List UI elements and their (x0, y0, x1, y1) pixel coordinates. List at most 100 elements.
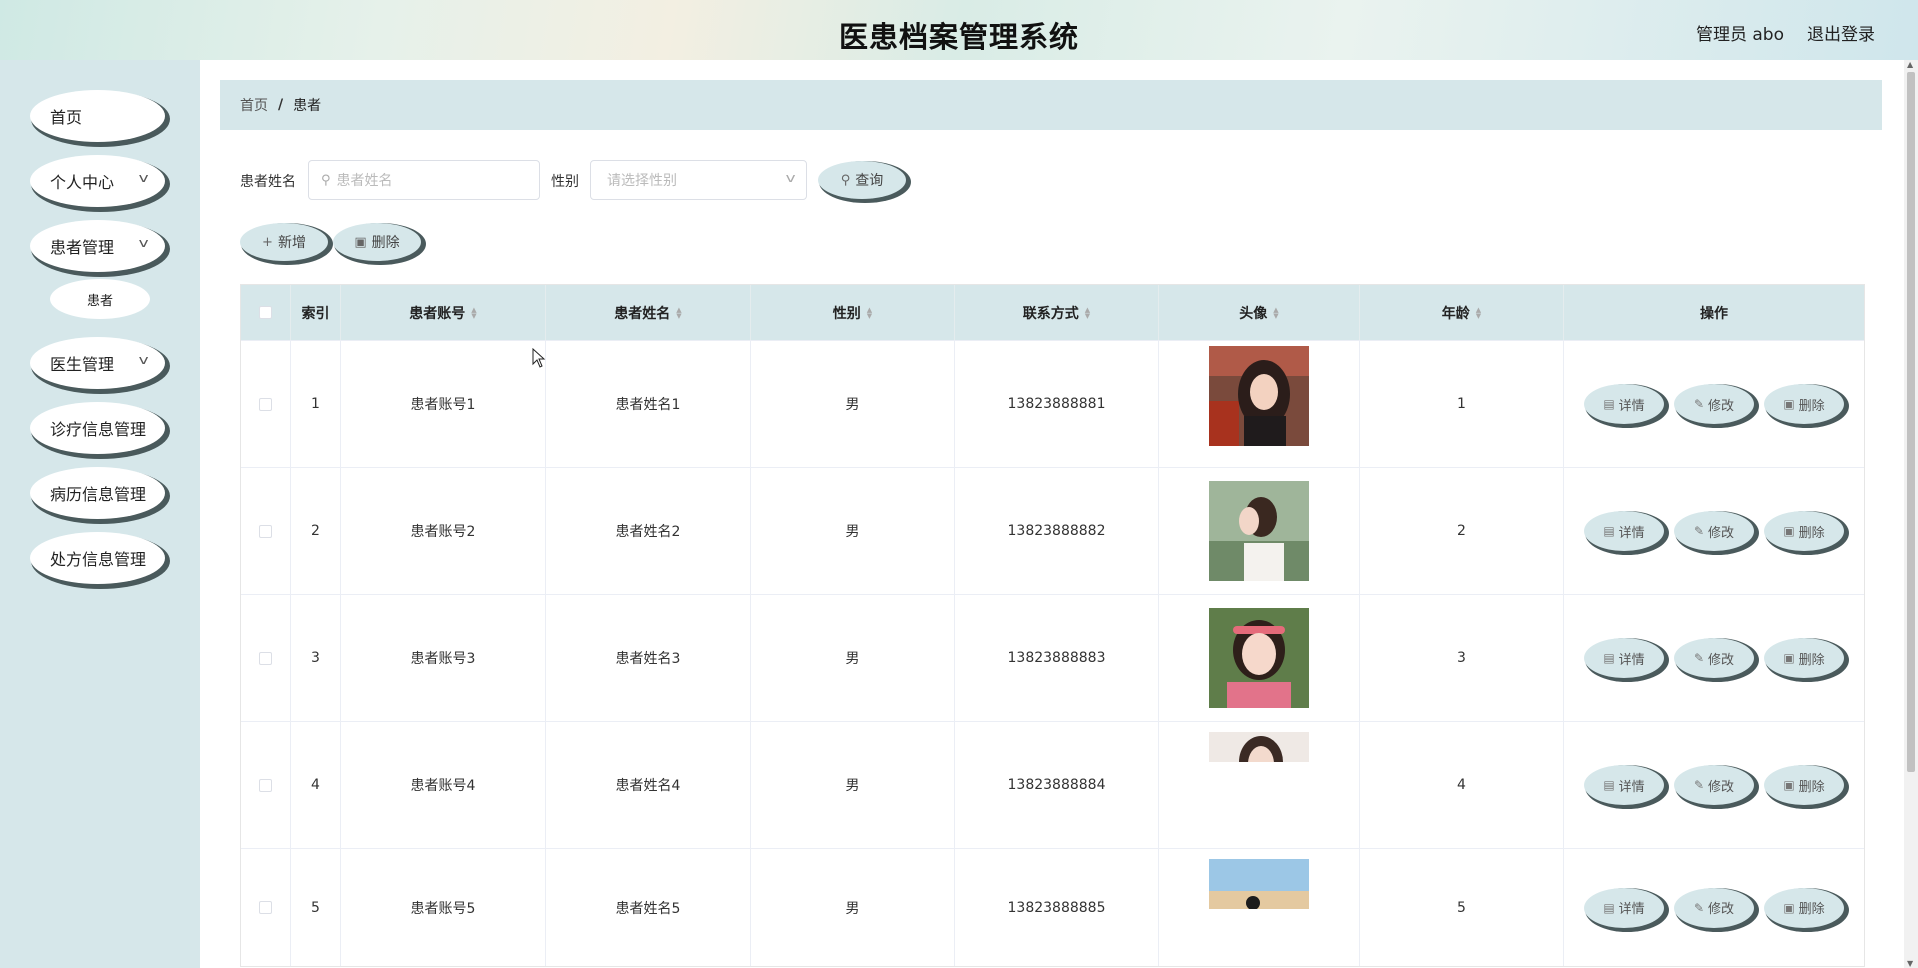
delete-button[interactable]: ▣ 删除 (1764, 511, 1844, 551)
search-icon: ⚲ (840, 172, 851, 188)
header-phone[interactable]: 联系方式 ▲ ▼ (955, 285, 1159, 340)
sort-icon[interactable]: ▲ ▼ (867, 306, 872, 319)
sidebar-subitem-patient[interactable]: 患者 (50, 279, 150, 319)
cell-operations: ▤ 详情 ✎ 修改 ▣ 删除 (1564, 595, 1864, 721)
top-header: 医患档案管理系统 管理员 abo 退出登录 (0, 0, 1918, 60)
chevron-down-icon: v (785, 171, 796, 185)
cell-phone: 13823888885 (955, 849, 1159, 966)
sidebar-item-patient-management[interactable]: 患者管理 v (30, 220, 165, 272)
cell-account: 患者账号4 (341, 722, 546, 848)
delete-label: 删除 (1798, 902, 1825, 917)
cell-avatar (1159, 341, 1360, 467)
select-all-cell (241, 285, 291, 340)
row-checkbox[interactable] (259, 778, 272, 792)
batch-delete-button[interactable]: ▣ 删除 (333, 223, 421, 261)
app-title: 医患档案管理系统 (838, 20, 1079, 54)
cell-operations: ▤ 详情 ✎ 修改 ▣ 删除 (1564, 722, 1864, 848)
sidebar-item-treatment-info[interactable]: 诊疗信息管理 (30, 402, 165, 454)
cell-avatar (1159, 595, 1360, 721)
cell-name: 患者姓名4 (546, 722, 751, 848)
patient-name-input[interactable]: ⚲ 患者姓名 (308, 160, 540, 200)
edit-label: 修改 (1708, 525, 1735, 541)
trash-icon: ▣ (1783, 397, 1795, 411)
detail-button[interactable]: ▤ 详情 (1584, 887, 1664, 928)
row-checkbox[interactable] (259, 901, 272, 914)
header-avatar[interactable]: 头像 ▲ ▼ (1159, 285, 1360, 340)
cell-sex: 男 (751, 468, 955, 594)
avatar (1209, 732, 1309, 762)
header-sex[interactable]: 性别 ▲ ▼ (751, 285, 955, 340)
sort-icon[interactable]: ▲ ▼ (1273, 306, 1278, 319)
logout-link[interactable]: 退出登录 (1807, 20, 1875, 45)
detail-button[interactable]: ▤ 详情 (1584, 638, 1664, 678)
cell-phone: 13823888884 (955, 722, 1159, 848)
document-icon: ▤ (1603, 778, 1615, 792)
row-select-cell (241, 595, 291, 721)
delete-button-label: 删除 (371, 235, 400, 251)
delete-button[interactable]: ▣ 删除 (1764, 638, 1844, 678)
edit-button[interactable]: ✎ 修改 (1674, 638, 1754, 678)
sidebar-item-prescription[interactable]: 处方信息管理 (30, 532, 165, 584)
sort-icon[interactable]: ▲ ▼ (1476, 306, 1481, 319)
sidebar-item-medical-record[interactable]: 病历信息管理 (30, 467, 165, 519)
header-age[interactable]: 年龄 ▲ ▼ (1360, 285, 1564, 340)
detail-label: 详情 (1618, 652, 1645, 668)
cell-avatar (1159, 849, 1360, 966)
edit-button[interactable]: ✎ 修改 (1674, 765, 1754, 805)
sort-icon[interactable]: ▲ ▼ (1085, 306, 1090, 319)
edit-button[interactable]: ✎ 修改 (1674, 384, 1754, 424)
sort-icon[interactable]: ▲ ▼ (471, 306, 476, 319)
edit-button[interactable]: ✎ 修改 (1674, 887, 1754, 928)
scrollbar-thumb[interactable] (1907, 72, 1915, 772)
sidebar-item-label: 患者管理 (50, 238, 115, 257)
header-sex-label: 性别 (832, 305, 861, 322)
sidebar-item-doctor-management[interactable]: 医生管理 v (30, 337, 165, 389)
pencil-icon: ✎ (1693, 778, 1705, 792)
detail-button[interactable]: ▤ 详情 (1584, 511, 1664, 551)
page-scrollbar[interactable]: ▲ ▼ (1904, 60, 1918, 968)
detail-button[interactable]: ▤ 详情 (1584, 765, 1664, 805)
breadcrumb-home[interactable]: 首页 (240, 95, 268, 115)
table-header: 索引 患者账号 ▲ ▼ 患者姓名 ▲ ▼ 性别 ▲ ▼ 联系方式 ▲ ▼ 头像 ▲ ▼ 年龄 ▲ ▼ 操… (241, 285, 1864, 340)
cell-sex: 男 (751, 722, 955, 848)
patient-name-placeholder: 患者姓名 (336, 173, 393, 189)
header-name-label: 患者姓名 (614, 305, 671, 322)
header-operations-label: 操作 (1700, 305, 1728, 322)
sidebar-item-home[interactable]: 首页 (30, 90, 165, 142)
cell-name: 患者姓名1 (546, 341, 751, 467)
cell-age: 2 (1360, 468, 1564, 594)
sex-select[interactable]: 请选择性别 v (590, 160, 807, 200)
delete-button[interactable]: ▣ 删除 (1764, 384, 1844, 424)
add-button[interactable]: + 新增 (240, 223, 328, 261)
sidebar-item-personal-center[interactable]: 个人中心 v (30, 155, 165, 207)
document-icon: ▤ (1603, 397, 1615, 411)
query-button[interactable]: ⚲ 查询 (818, 161, 906, 199)
delete-label: 删除 (1798, 779, 1825, 795)
edit-label: 修改 (1708, 902, 1735, 917)
cell-name: 患者姓名3 (546, 595, 751, 721)
cell-phone: 13823888882 (955, 468, 1159, 594)
header-account[interactable]: 患者账号 ▲ ▼ (341, 285, 546, 340)
cell-age: 4 (1360, 722, 1564, 848)
delete-button[interactable]: ▣ 删除 (1764, 765, 1844, 805)
detail-label: 详情 (1618, 398, 1645, 414)
row-checkbox[interactable] (259, 397, 272, 411)
select-all-checkbox[interactable] (259, 306, 272, 319)
edit-label: 修改 (1708, 652, 1735, 668)
table-row: 1 患者账号1 患者姓名1 男 13823888881 1 ▤ 详情 ✎ 修改 ▣ 删… (241, 340, 1864, 467)
trash-icon: ▣ (1783, 651, 1795, 665)
delete-button[interactable]: ▣ 删除 (1764, 887, 1844, 928)
edit-button[interactable]: ✎ 修改 (1674, 511, 1754, 551)
row-checkbox[interactable] (259, 651, 272, 665)
sidebar-item-label: 首页 (50, 108, 83, 127)
sort-icon[interactable]: ▲ ▼ (676, 306, 681, 319)
scroll-down-icon[interactable]: ▼ (1907, 959, 1913, 968)
header-name[interactable]: 患者姓名 ▲ ▼ (546, 285, 751, 340)
row-checkbox[interactable] (259, 524, 272, 538)
scroll-up-icon[interactable]: ▲ (1907, 60, 1913, 69)
edit-label: 修改 (1708, 779, 1735, 795)
table-row: 3 患者账号3 患者姓名3 男 13823888883 3 ▤ 详情 ✎ 修改 ▣ 删… (241, 594, 1864, 721)
detail-button[interactable]: ▤ 详情 (1584, 384, 1664, 424)
header-account-label: 患者账号 (409, 305, 466, 322)
cell-operations: ▤ 详情 ✎ 修改 ▣ 删除 (1564, 341, 1864, 467)
